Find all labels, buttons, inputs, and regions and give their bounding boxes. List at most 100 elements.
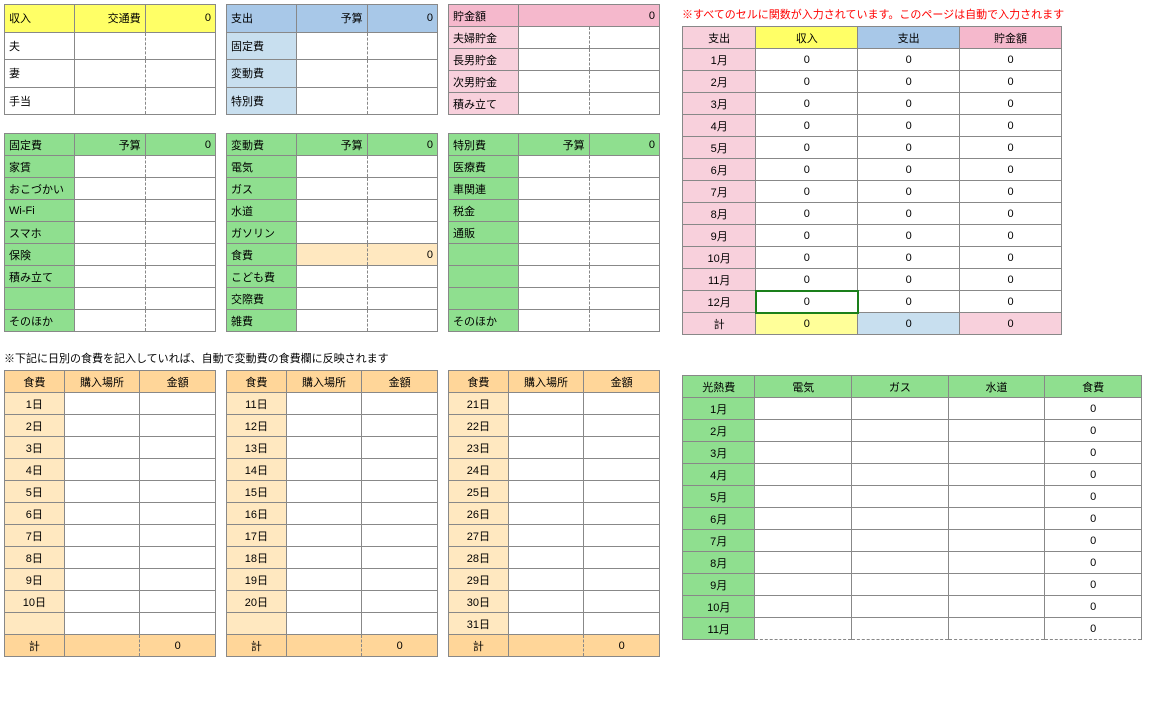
util-elec-cell[interactable] [755, 508, 852, 530]
food-place-cell[interactable] [286, 591, 362, 613]
summary-income-cell[interactable]: 0 [756, 159, 858, 181]
util-elec-cell[interactable] [755, 442, 852, 464]
summary-expense-cell[interactable]: 0 [858, 269, 960, 291]
util-elec-cell[interactable] [755, 398, 852, 420]
food-day[interactable]: 23日 [449, 437, 509, 459]
food-day[interactable]: 14日 [227, 459, 287, 481]
util-food-cell[interactable]: 0 [1045, 552, 1142, 574]
summary-month[interactable]: 6月 [683, 159, 756, 181]
util-water-cell[interactable] [948, 420, 1045, 442]
util-month[interactable]: 9月 [683, 574, 755, 596]
summary-income-cell[interactable]: 0 [756, 93, 858, 115]
summary-expense-cell[interactable]: 0 [858, 181, 960, 203]
summary-income-cell[interactable]: 0 [756, 115, 858, 137]
util-food-cell[interactable]: 0 [1045, 464, 1142, 486]
food-amount-cell[interactable] [362, 525, 438, 547]
food-day[interactable]: 12日 [227, 415, 287, 437]
food-day[interactable]: 6日 [5, 503, 65, 525]
food-place-cell[interactable] [286, 459, 362, 481]
food-place-cell[interactable] [508, 503, 584, 525]
food-day[interactable]: 30日 [449, 591, 509, 613]
food-day[interactable]: 16日 [227, 503, 287, 525]
util-water-cell[interactable] [948, 486, 1045, 508]
food-day[interactable]: 29日 [449, 569, 509, 591]
income-row[interactable]: 夫 [5, 32, 75, 60]
summary-income-cell[interactable]: 0 [756, 225, 858, 247]
summary-savings-cell[interactable]: 0 [960, 247, 1062, 269]
food-amount-cell[interactable] [362, 415, 438, 437]
food-amount-cell[interactable] [584, 437, 660, 459]
util-gas-cell[interactable] [852, 574, 949, 596]
food-place-cell[interactable] [64, 525, 140, 547]
util-food-cell[interactable]: 0 [1045, 442, 1142, 464]
food-place-cell[interactable] [64, 547, 140, 569]
summary-savings-cell[interactable]: 0 [960, 71, 1062, 93]
food-amount-cell[interactable] [140, 525, 216, 547]
summary-month[interactable]: 10月 [683, 247, 756, 269]
util-gas-cell[interactable] [852, 442, 949, 464]
food-amount-cell[interactable] [140, 503, 216, 525]
food-place-cell[interactable] [64, 415, 140, 437]
food-amount-cell[interactable] [140, 591, 216, 613]
food-day[interactable]: 25日 [449, 481, 509, 503]
summary-income-cell[interactable]: 0 [756, 137, 858, 159]
food-place-cell[interactable] [286, 503, 362, 525]
util-elec-cell[interactable] [755, 552, 852, 574]
util-water-cell[interactable] [948, 618, 1045, 640]
summary-expense-cell[interactable]: 0 [858, 49, 960, 71]
food-amount-cell[interactable] [584, 415, 660, 437]
savings-row[interactable]: 長男貯金 [449, 49, 519, 71]
util-elec-cell[interactable] [755, 574, 852, 596]
summary-month[interactable]: 3月 [683, 93, 756, 115]
util-water-cell[interactable] [948, 530, 1045, 552]
util-food-cell[interactable]: 0 [1045, 420, 1142, 442]
summary-savings-cell[interactable]: 0 [960, 115, 1062, 137]
util-elec-cell[interactable] [755, 420, 852, 442]
food-amount-cell[interactable] [140, 481, 216, 503]
expense-budget-value[interactable]: 0 [367, 5, 437, 33]
food-day[interactable]: 27日 [449, 525, 509, 547]
summary-income-cell[interactable]: 0 [756, 247, 858, 269]
util-month[interactable]: 10月 [683, 596, 755, 618]
food-place-cell[interactable] [508, 459, 584, 481]
food-day[interactable]: 11日 [227, 393, 287, 415]
food-place-cell[interactable] [286, 437, 362, 459]
util-gas-cell[interactable] [852, 508, 949, 530]
food-day[interactable]: 21日 [449, 393, 509, 415]
summary-month[interactable]: 7月 [683, 181, 756, 203]
food-place-cell[interactable] [286, 415, 362, 437]
food-place-cell[interactable] [508, 525, 584, 547]
util-water-cell[interactable] [948, 574, 1045, 596]
food-place-cell[interactable] [64, 437, 140, 459]
summary-income-cell[interactable]: 0 [756, 291, 858, 313]
food-amount-cell[interactable] [362, 459, 438, 481]
food-amount-cell[interactable] [140, 415, 216, 437]
food-amount-cell[interactable] [362, 393, 438, 415]
util-water-cell[interactable] [948, 552, 1045, 574]
food-amount-cell[interactable] [140, 547, 216, 569]
food-day[interactable]: 17日 [227, 525, 287, 547]
summary-savings-cell[interactable]: 0 [960, 93, 1062, 115]
food-day[interactable]: 15日 [227, 481, 287, 503]
food-amount-cell[interactable] [140, 393, 216, 415]
util-food-cell[interactable]: 0 [1045, 398, 1142, 420]
savings-row[interactable]: 積み立て [449, 93, 519, 115]
summary-expense-cell[interactable]: 0 [858, 225, 960, 247]
food-amount-cell[interactable] [584, 569, 660, 591]
summary-expense-cell[interactable]: 0 [858, 137, 960, 159]
food-place-cell[interactable] [286, 481, 362, 503]
food-amount-cell[interactable] [584, 547, 660, 569]
summary-savings-cell[interactable]: 0 [960, 159, 1062, 181]
summary-savings-cell[interactable]: 0 [960, 203, 1062, 225]
food-place-cell[interactable] [64, 503, 140, 525]
food-amount-cell[interactable] [362, 481, 438, 503]
food-place-cell[interactable] [64, 459, 140, 481]
transport-value[interactable]: 0 [145, 5, 215, 33]
food-amount-cell[interactable] [140, 437, 216, 459]
food-day[interactable]: 28日 [449, 547, 509, 569]
food-day[interactable]: 5日 [5, 481, 65, 503]
util-elec-cell[interactable] [755, 530, 852, 552]
summary-month[interactable]: 1月 [683, 49, 756, 71]
util-food-cell[interactable]: 0 [1045, 508, 1142, 530]
food-day[interactable]: 10日 [5, 591, 65, 613]
